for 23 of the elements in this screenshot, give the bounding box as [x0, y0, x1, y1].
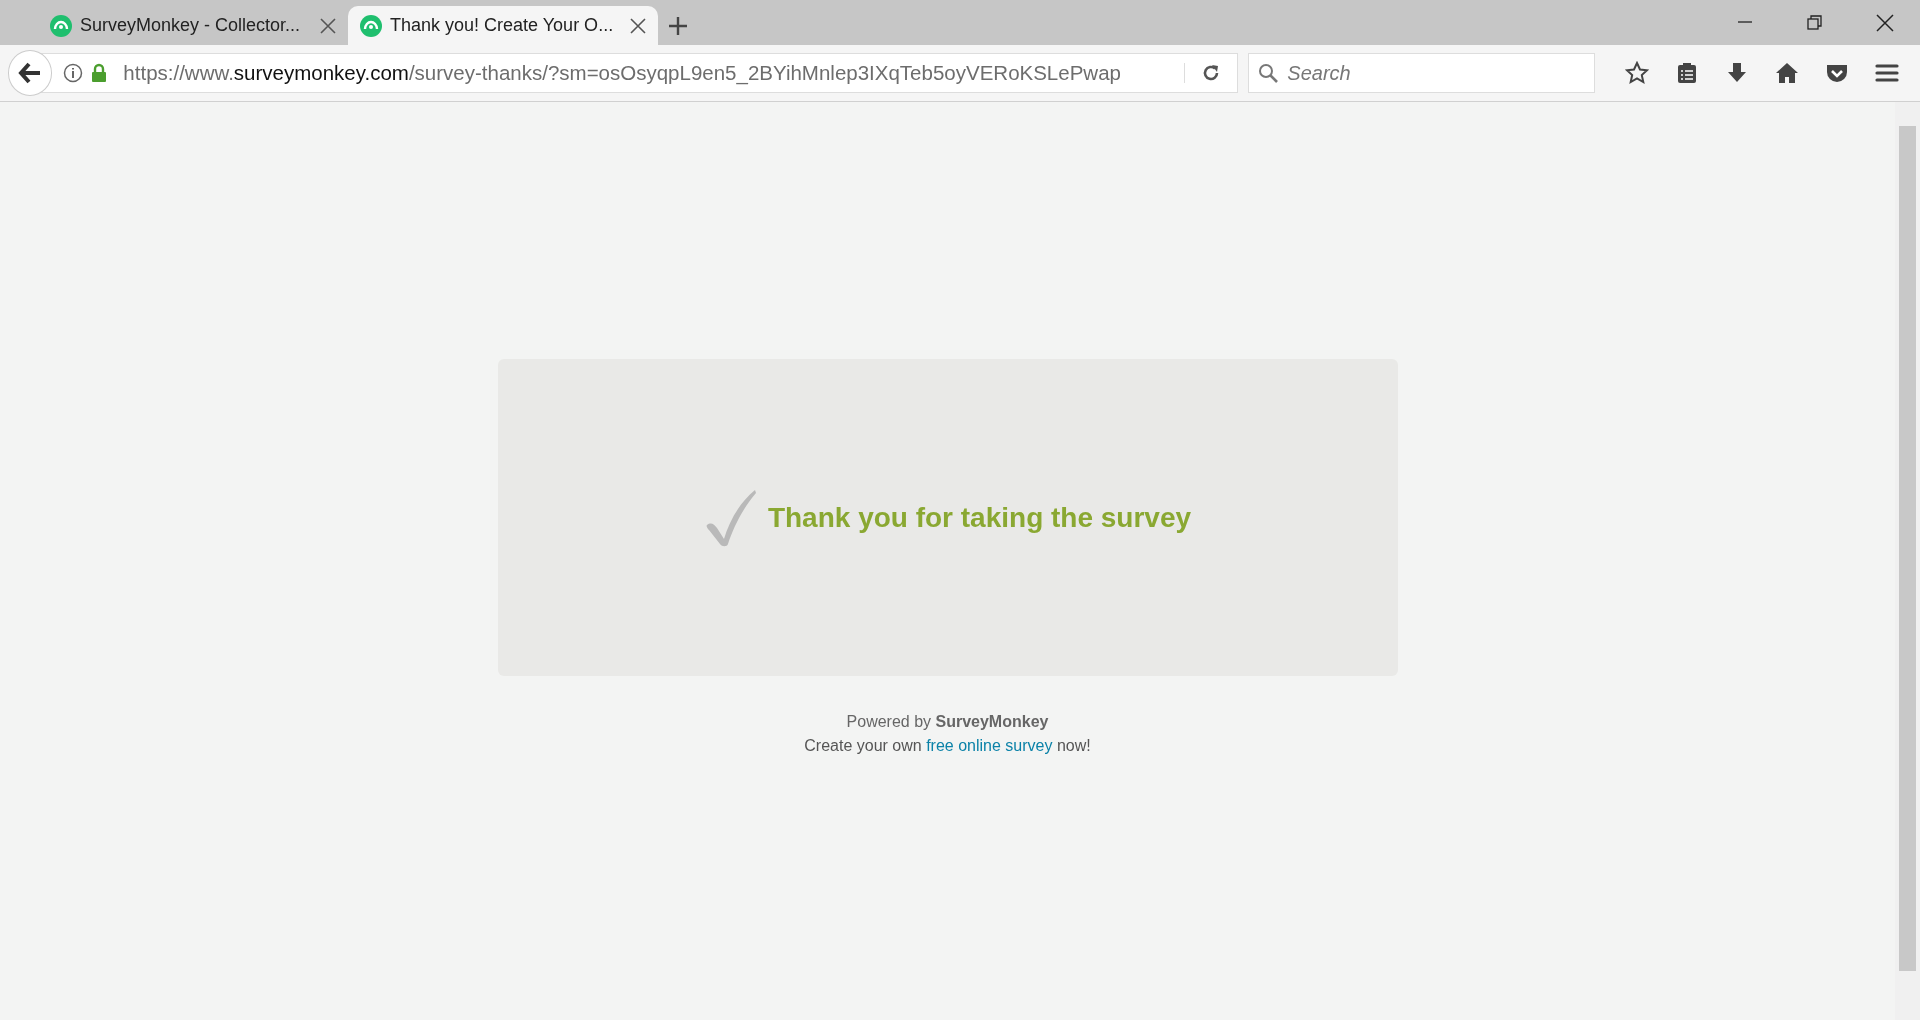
- home-icon[interactable]: [1775, 61, 1800, 85]
- close-icon[interactable]: [1876, 14, 1894, 33]
- lock-icon: [91, 63, 108, 83]
- scrollbar[interactable]: [1895, 102, 1920, 1020]
- logo-icon: [50, 14, 72, 37]
- info-icon[interactable]: [63, 63, 84, 83]
- plus-icon[interactable]: [668, 16, 688, 37]
- restore-icon[interactable]: [1806, 14, 1824, 33]
- back-button[interactable]: [8, 50, 53, 96]
- browser-tab[interactable]: Thank you! Create Your O...: [348, 6, 658, 45]
- back-arrow-icon[interactable]: [18, 62, 43, 84]
- logo-icon: [360, 14, 382, 37]
- free-survey-link[interactable]: free online survey: [926, 737, 1053, 754]
- browser-tab[interactable]: SurveyMonkey - Collector...: [38, 6, 348, 45]
- bookmark-star-icon[interactable]: [1625, 61, 1650, 85]
- url-text: https://www.surveymonkey.com/survey-thanks/?sm=osOsyqpL9en5_2BYihMnlep3IXqTeb5oyVERoKSLePwap: [123, 59, 1122, 87]
- close-icon[interactable]: [630, 17, 646, 34]
- powered-by-text: Powered by SurveyMonkey: [846, 712, 1049, 732]
- thank-you-heading: Thank you for taking the survey: [767, 500, 1192, 535]
- create-survey-text: Create your own free online survey now!: [804, 736, 1091, 756]
- search-field[interactable]: Search: [1248, 53, 1596, 93]
- menu-icon[interactable]: [1875, 61, 1899, 85]
- close-icon[interactable]: [320, 17, 336, 34]
